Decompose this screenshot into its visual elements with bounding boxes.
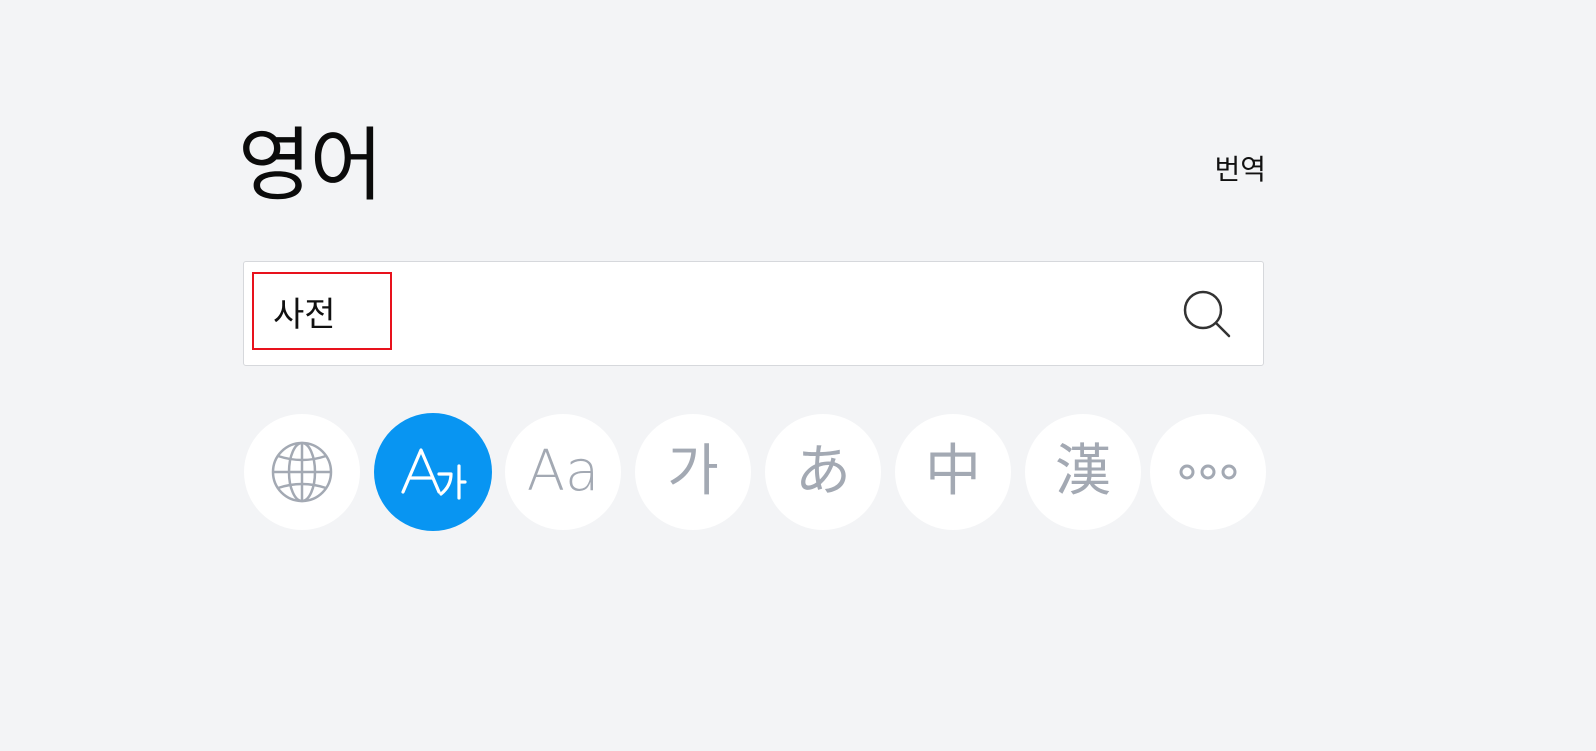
- search-box: [243, 261, 1264, 366]
- japanese-icon: あ: [795, 439, 851, 504]
- english-korean-icon: [401, 448, 467, 500]
- page-title: 영어: [238, 119, 383, 212]
- lang-button-korean[interactable]: 가: [635, 414, 751, 530]
- hanja-icon: 漢: [1055, 439, 1111, 504]
- english-icon: Aa: [526, 439, 600, 504]
- translate-link[interactable]: 번역: [1200, 152, 1266, 188]
- search-input[interactable]: [252, 272, 392, 350]
- more-icon: [1179, 464, 1237, 480]
- chinese-icon: 中: [925, 439, 981, 504]
- lang-button-english-korean[interactable]: [374, 413, 492, 531]
- search-button[interactable]: [1179, 286, 1237, 344]
- lang-button-chinese[interactable]: 中: [895, 414, 1011, 530]
- dictionary-home: 영어 번역 사전 Aa 가 あ 中 漢: [0, 0, 1596, 751]
- lang-button-japanese[interactable]: あ: [765, 414, 881, 530]
- lang-button-global[interactable]: [244, 414, 360, 530]
- lang-button-hanja[interactable]: 漢: [1025, 414, 1141, 530]
- lang-button-english[interactable]: Aa: [505, 414, 621, 530]
- language-selector: Aa 가 あ 中 漢: [244, 413, 1266, 534]
- korean-icon: 가: [667, 439, 719, 504]
- search-icon: [1183, 290, 1231, 338]
- lang-button-more[interactable]: [1150, 414, 1266, 530]
- globe-icon: [271, 441, 333, 503]
